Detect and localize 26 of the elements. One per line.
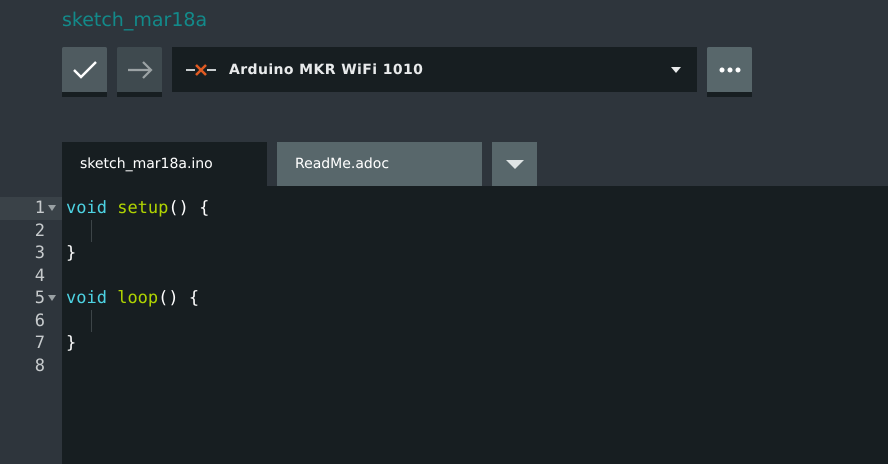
caret-icon <box>506 160 524 168</box>
line-number: 2 <box>34 220 45 241</box>
fold-icon[interactable] <box>48 205 56 212</box>
line-number: 5 <box>34 288 45 308</box>
board-selector[interactable]: Arduino MKR WiFi 1010 <box>172 47 697 92</box>
line-number: 6 <box>34 310 45 331</box>
more-button[interactable] <box>707 47 752 97</box>
code-line: void setup() { <box>66 197 210 220</box>
caret-icon <box>671 66 681 72</box>
dots-icon <box>718 66 740 72</box>
line-number: 4 <box>34 266 45 286</box>
checkmark-icon <box>72 60 98 80</box>
fold-icon[interactable] <box>48 295 56 302</box>
line-number: 3 <box>34 243 45 264</box>
code-line: } <box>66 242 76 264</box>
line-number: 7 <box>34 333 45 354</box>
file-tab[interactable]: sketch_mar18a.ino <box>62 142 267 186</box>
line-number: 8 <box>34 356 45 376</box>
code-line: } <box>66 332 76 354</box>
line-number: 1 <box>34 198 45 218</box>
file-tab[interactable]: ReadMe.adoc <box>277 142 482 186</box>
arrow-icon <box>126 60 152 78</box>
code-line: void loop() { <box>66 287 200 310</box>
verify-button[interactable] <box>62 47 107 97</box>
sketch-title: sketch_mar18a <box>62 9 208 31</box>
tabs-menu-button[interactable] <box>492 142 537 186</box>
